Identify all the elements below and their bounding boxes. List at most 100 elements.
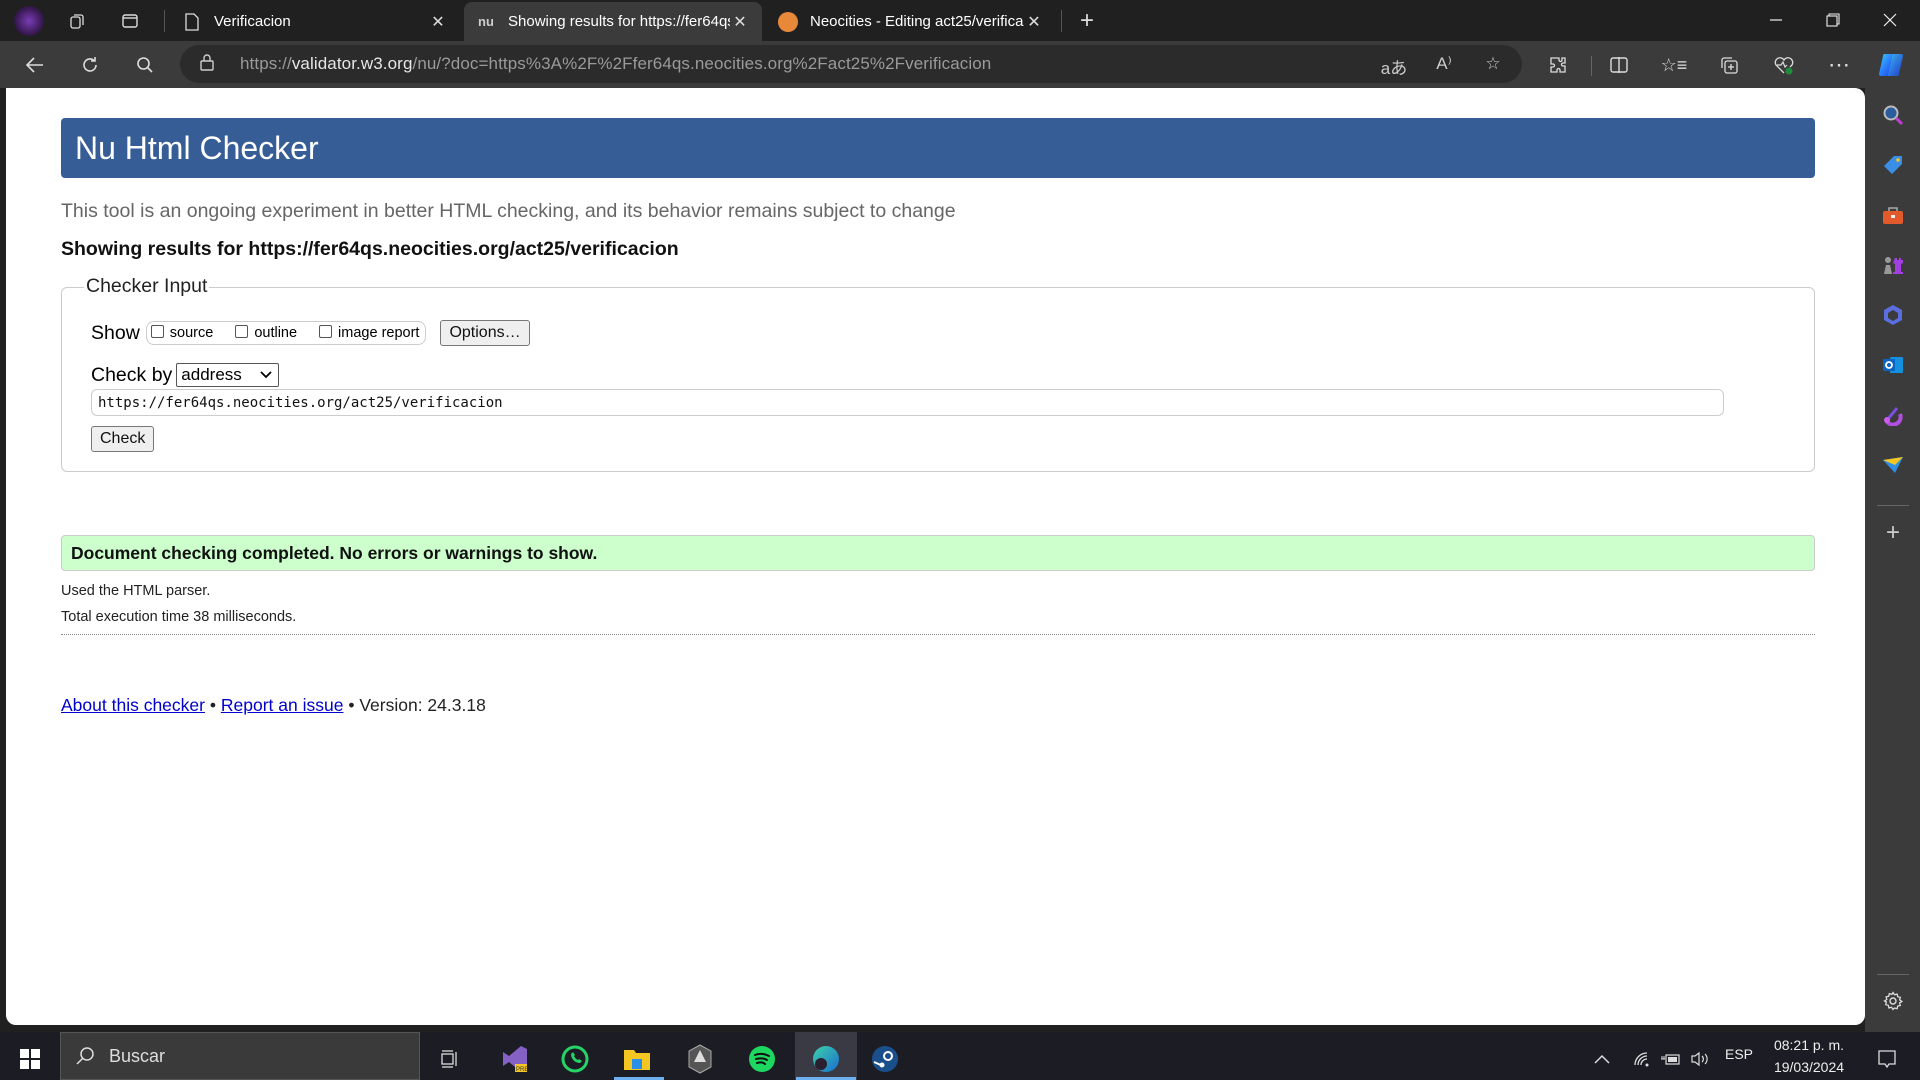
windows-start-icon[interactable]: [2, 1038, 58, 1080]
profile-avatar[interactable]: [14, 6, 44, 36]
page-footer: About this checker • Report an issue • V…: [61, 695, 486, 716]
dotted-divider: [61, 634, 1815, 635]
more-menu-icon[interactable]: ⋯: [1822, 49, 1856, 81]
taskbar-search-box[interactable]: Buscar: [60, 1032, 420, 1080]
wifi-icon[interactable]: [1627, 1038, 1657, 1080]
battery-icon[interactable]: [1656, 1038, 1686, 1080]
lock-icon[interactable]: [200, 53, 224, 75]
checkbox-box[interactable]: [235, 324, 249, 338]
document-url-input[interactable]: https://fer64qs.neocities.org/act25/veri…: [91, 389, 1724, 416]
split-screen-icon[interactable]: [1602, 49, 1636, 81]
sidebar-designer-icon[interactable]: [1880, 402, 1906, 428]
tab-divider: [164, 10, 165, 32]
browser-essentials-icon[interactable]: [1767, 49, 1801, 81]
tab-title: Verificacion: [214, 13, 291, 30]
check-by-select[interactable]: address: [176, 363, 280, 387]
spotify-icon[interactable]: [734, 1038, 790, 1080]
tab-title: Neocities - Editing act25/verificacion: [810, 13, 1024, 30]
sidebar-send-icon[interactable]: [1880, 452, 1906, 478]
checkbox-box[interactable]: [319, 324, 333, 338]
nu-favicon-icon: nu: [478, 14, 494, 29]
search-placeholder: Buscar: [109, 1045, 166, 1066]
favorite-star-icon[interactable]: ☆: [1479, 54, 1507, 74]
source-checkbox[interactable]: source: [150, 324, 213, 341]
address-bar[interactable]: https://validator.w3.org/nu/?doc=https%3…: [180, 45, 1522, 83]
new-tab-button[interactable]: +: [1074, 7, 1100, 34]
minimize-button[interactable]: [1748, 0, 1804, 40]
version-text: Version: 24.3.18: [359, 695, 486, 715]
collections-icon[interactable]: [1712, 49, 1746, 81]
edge-icon[interactable]: [798, 1038, 854, 1080]
steam-icon[interactable]: [857, 1038, 913, 1080]
page-header: Nu Html Checker: [61, 118, 1815, 178]
image-report-checkbox[interactable]: image report: [319, 324, 419, 341]
copilot-icon[interactable]: [1874, 49, 1908, 81]
checkbox-box[interactable]: [150, 324, 164, 338]
execution-time: Total execution time 38 milliseconds.: [61, 609, 297, 625]
back-button[interactable]: [17, 48, 53, 82]
close-tab-icon[interactable]: ✕: [730, 12, 750, 32]
page-viewport: Nu Html Checker This tool is an ongoing …: [6, 88, 1865, 1025]
parser-note: Used the HTML parser.: [61, 583, 211, 599]
sidebar-outlook-icon[interactable]: [1880, 352, 1906, 378]
footer-separator: •: [348, 695, 355, 715]
check-button[interactable]: Check: [91, 426, 155, 452]
tab-verificacion[interactable]: Verificacion ✕: [170, 2, 460, 41]
extensions-icon[interactable]: [1541, 49, 1575, 81]
visual-studio-preview-icon[interactable]: PRE: [486, 1038, 542, 1080]
check-by-row: Check by address: [91, 363, 280, 387]
refresh-button[interactable]: [72, 48, 108, 82]
volume-icon[interactable]: [1685, 1038, 1715, 1080]
favorites-icon[interactable]: ☆≡: [1657, 49, 1691, 81]
sidebar-tools-icon[interactable]: [1880, 202, 1906, 228]
svg-text:PRE: PRE: [516, 1067, 528, 1073]
page-title: Nu Html Checker: [75, 129, 319, 166]
chevron-down-icon: [260, 371, 272, 379]
task-view-icon[interactable]: [422, 1038, 478, 1080]
read-aloud-icon[interactable]: A⁾: [1430, 54, 1458, 74]
show-label: Show: [91, 321, 140, 344]
vertical-tabs-icon[interactable]: [117, 8, 143, 34]
edge-sidebar: +: [1865, 88, 1920, 1032]
sidebar-shopping-tag-icon[interactable]: [1880, 152, 1906, 178]
search-icon[interactable]: [127, 48, 163, 82]
show-hidden-icons-chevron[interactable]: [1584, 1038, 1620, 1080]
close-tab-icon[interactable]: ✕: [428, 12, 448, 32]
sidebar-divider: [1877, 505, 1909, 506]
browser-tab-bar: Verificacion ✕ nu Showing results for ht…: [0, 0, 1920, 41]
file-explorer-icon[interactable]: [609, 1038, 665, 1080]
tab-title: Showing results for https://fer64qs: [508, 13, 730, 30]
clock-date: 19/03/2024: [1773, 1059, 1845, 1075]
show-options-row: Show source outline image report Options…: [91, 320, 530, 346]
system-clock[interactable]: 08:21 p. m. 19/03/2024: [1768, 1034, 1850, 1078]
checker-input-fieldset: Checker Input Show source outline image …: [61, 275, 1815, 472]
tab-validator[interactable]: nu Showing results for https://fer64qs ✕: [464, 2, 762, 41]
search-icon: [76, 1047, 94, 1065]
toolbar-divider: [1591, 56, 1592, 76]
sidebar-games-icon[interactable]: [1880, 252, 1906, 278]
sidebar-microsoft365-icon[interactable]: [1880, 302, 1906, 328]
page-subtitle: This tool is an ongoing experiment in be…: [61, 200, 956, 222]
workspaces-icon[interactable]: [64, 8, 90, 34]
notifications-icon[interactable]: [1867, 1038, 1907, 1080]
address-url[interactable]: https://validator.w3.org/nu/?doc=https%3…: [240, 54, 991, 74]
translate-icon[interactable]: aあ: [1380, 54, 1408, 79]
input-language[interactable]: ESP: [1725, 1046, 1753, 1062]
sidebar-settings-icon[interactable]: [1880, 988, 1906, 1014]
close-window-button[interactable]: [1862, 0, 1918, 40]
sidebar-add-icon[interactable]: +: [1880, 519, 1906, 546]
showing-results-heading: Showing results for https://fer64qs.neoc…: [61, 238, 679, 260]
sidebar-search-icon[interactable]: [1880, 102, 1906, 128]
close-tab-icon[interactable]: ✕: [1024, 12, 1044, 32]
app-icon[interactable]: [672, 1038, 728, 1080]
outline-checkbox[interactable]: outline: [235, 324, 297, 341]
report-issue-link[interactable]: Report an issue: [221, 695, 344, 715]
options-button[interactable]: Options…: [440, 320, 530, 346]
success-message: Document checking completed. No errors o…: [61, 535, 1815, 571]
whatsapp-icon[interactable]: [547, 1038, 603, 1080]
clock-time: 08:21 p. m.: [1773, 1037, 1845, 1053]
tab-neocities[interactable]: Neocities - Editing act25/verificacion ✕: [766, 2, 1056, 41]
about-checker-link[interactable]: About this checker: [61, 695, 205, 715]
restore-button[interactable]: [1805, 0, 1861, 40]
windows-taskbar: Buscar PRE ESP 08:21 p. m. 19/03/2024: [0, 1032, 1920, 1080]
